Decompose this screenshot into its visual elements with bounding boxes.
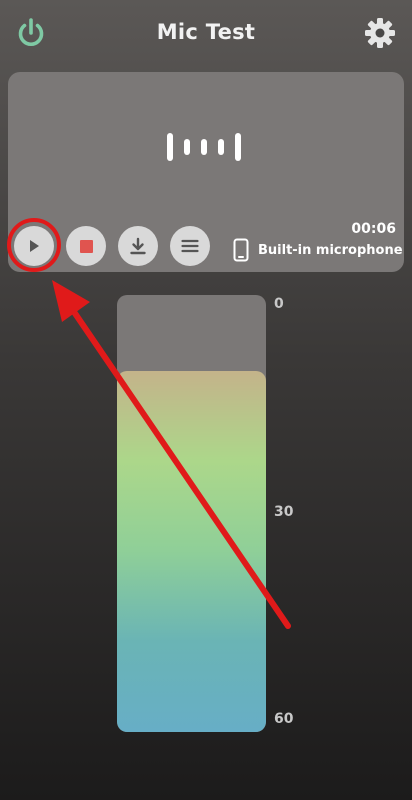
device-label: Built-in microphone xyxy=(258,242,403,258)
recorder-card: 00:06 Built-in microphone xyxy=(8,72,404,272)
download-button[interactable] xyxy=(118,226,158,266)
level-meter-fill xyxy=(117,371,266,732)
waveform-icon xyxy=(167,133,241,161)
play-icon xyxy=(30,240,39,252)
scale-label-0: 0 xyxy=(274,296,284,312)
scale-label-30: 30 xyxy=(274,504,294,520)
mic-test-app: Mic Test 00:06 Built-in microphone 0 30 … xyxy=(0,0,412,800)
menu-button[interactable] xyxy=(170,226,210,266)
gear-icon xyxy=(365,18,395,48)
app-header: Mic Test xyxy=(0,0,412,66)
menu-icon xyxy=(181,239,199,253)
download-icon xyxy=(130,237,146,255)
stop-button[interactable] xyxy=(66,226,106,266)
scale-label-60: 60 xyxy=(274,711,294,727)
input-device[interactable]: Built-in microphone xyxy=(233,238,403,262)
settings-button[interactable] xyxy=(363,16,397,50)
page-title: Mic Test xyxy=(156,20,256,44)
annotation-arrowhead xyxy=(52,280,90,322)
phone-icon xyxy=(233,238,249,262)
level-meter xyxy=(117,295,266,732)
play-button[interactable] xyxy=(14,226,54,266)
stop-icon xyxy=(79,239,93,253)
recording-timer: 00:06 xyxy=(351,221,396,237)
